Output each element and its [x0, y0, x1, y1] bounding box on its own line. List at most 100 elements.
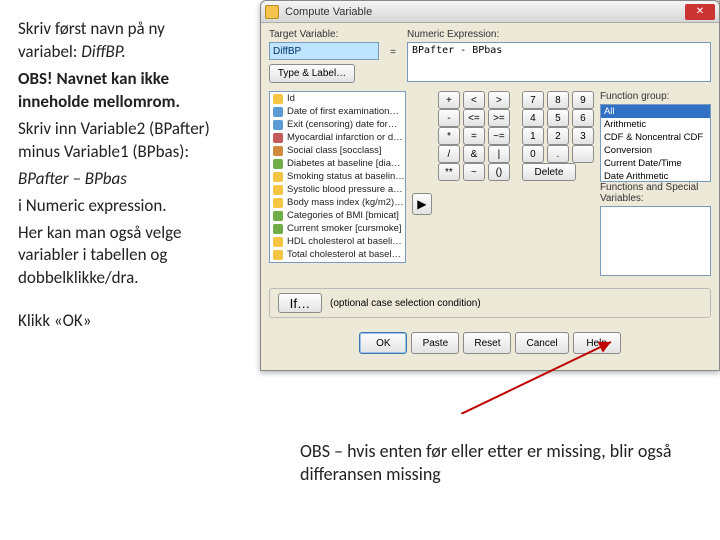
keypad-blank[interactable]: ~= — [488, 127, 510, 145]
variable-icon — [273, 94, 283, 104]
function-group-item[interactable]: CDF & Noncentral CDF — [601, 131, 710, 144]
variable-label: Myocardial infarction or d… — [287, 132, 403, 143]
variable-row[interactable]: Total cholesterol at basel… — [270, 248, 405, 261]
numeric-expression-label: Numeric Expression: — [407, 29, 711, 40]
keypad-3[interactable]: 3 — [572, 127, 594, 145]
instruction-p2: OBS! Navnet kan ikke inneholde mellomrom… — [18, 68, 219, 114]
ok-button[interactable]: OK — [359, 332, 407, 354]
variable-icon — [273, 120, 283, 130]
keypad-blank[interactable]: / — [438, 145, 460, 163]
function-group-item[interactable]: Arithmetic — [601, 118, 710, 131]
variable-list[interactable]: IdDate of first examination… Exit (censor… — [269, 91, 406, 263]
function-group-label: Function group: — [600, 91, 711, 102]
variable-label: Systolic blood pressure a… — [287, 184, 403, 195]
variable-icon — [273, 198, 283, 208]
variable-row[interactable]: Total cholesterol Visit 2 [t… — [270, 261, 405, 263]
variable-row[interactable]: HDL cholesterol at baseli… — [270, 235, 405, 248]
keypad-blank[interactable]: < — [463, 91, 485, 109]
keypad-4[interactable]: 4 — [522, 109, 544, 127]
cancel-button[interactable]: Cancel — [515, 332, 568, 354]
instruction-p5: i Numeric expression. — [18, 195, 219, 218]
keypad-2[interactable]: 2 — [547, 127, 569, 145]
functions-special-vars-list[interactable] — [600, 206, 711, 276]
variable-icon — [273, 263, 283, 264]
function-group-item[interactable]: All — [601, 105, 710, 118]
keypad-6[interactable]: 6 — [572, 109, 594, 127]
keypad-9[interactable]: 9 — [572, 91, 594, 109]
variable-icon — [273, 133, 283, 143]
variable-label: Categories of BMI [bmicat] — [287, 210, 399, 221]
variable-icon — [273, 107, 283, 117]
variable-label: Body mass index (kg/m2)… — [287, 197, 404, 208]
variable-row[interactable]: Current smoker [cursmoke] — [270, 222, 405, 235]
variable-label: Exit (censoring) date for… — [287, 119, 397, 130]
keypad-blank[interactable] — [572, 145, 594, 163]
function-group-item[interactable]: Conversion — [601, 144, 710, 157]
keypad-blank[interactable]: () — [488, 163, 510, 181]
variable-icon — [273, 146, 283, 156]
keypad: +<>789 -<=>= 456 *=~= 123 /&| 0. **~() Delete — [438, 91, 594, 181]
keypad-7[interactable]: 7 — [522, 91, 544, 109]
keypad-blank[interactable]: ** — [438, 163, 460, 181]
keypad-Delete[interactable]: Delete — [522, 163, 576, 181]
app-icon — [265, 5, 279, 19]
keypad-8[interactable]: 8 — [547, 91, 569, 109]
variable-icon — [273, 211, 283, 221]
instruction-pane: Skriv først navn på ny variabel: DiffBP.… — [0, 0, 225, 540]
move-right-button[interactable]: ▶ — [412, 193, 432, 215]
variable-row[interactable]: Date of first examination… — [270, 105, 405, 118]
variable-icon — [273, 237, 283, 247]
variable-row[interactable]: Id — [270, 92, 405, 105]
variable-row[interactable]: Exit (censoring) date for… — [270, 118, 405, 131]
keypad-blank[interactable]: - — [438, 109, 460, 127]
variable-icon — [273, 172, 283, 182]
bottom-note: OBS – hvis enten før eller etter er miss… — [300, 440, 700, 487]
keypad-blank[interactable]: + — [438, 91, 460, 109]
dialog-button-row: OK Paste Reset Cancel Help — [269, 324, 711, 364]
keypad-0[interactable]: 0 — [522, 145, 544, 163]
instruction-p6: Her kan man også velge variabler i tabel… — [18, 222, 219, 291]
instruction-p4: BPafter – BPbas — [18, 168, 219, 191]
function-group-item[interactable]: Current Date/Time — [601, 157, 710, 170]
variable-row[interactable]: Smoking status at baselin… — [270, 170, 405, 183]
variable-row[interactable]: Social class [socclass] — [270, 144, 405, 157]
function-group-item[interactable]: Date Arithmetic — [601, 170, 710, 182]
keypad-5[interactable]: 5 — [547, 109, 569, 127]
keypad-1[interactable]: 1 — [522, 127, 544, 145]
variable-label: Current smoker [cursmoke] — [287, 223, 402, 234]
variable-row[interactable]: Myocardial infarction or d… — [270, 131, 405, 144]
dialog-titlebar: Compute Variable ✕ — [261, 1, 719, 23]
numeric-expression-input[interactable] — [407, 42, 711, 82]
keypad-blank[interactable]: = — [463, 127, 485, 145]
close-icon[interactable]: ✕ — [685, 4, 715, 20]
keypad-blank[interactable]: | — [488, 145, 510, 163]
case-selection-row: If… (optional case selection condition) — [269, 288, 711, 318]
variable-row[interactable]: Categories of BMI [bmicat] — [270, 209, 405, 222]
variable-label: Date of first examination… — [287, 106, 399, 117]
variable-label: Smoking status at baselin… — [287, 171, 405, 182]
variable-row[interactable]: Diabetes at baseline [dia… — [270, 157, 405, 170]
variable-row[interactable]: Body mass index (kg/m2)… — [270, 196, 405, 209]
paste-button[interactable]: Paste — [411, 332, 459, 354]
variable-row[interactable]: Systolic blood pressure a… — [270, 183, 405, 196]
help-button[interactable]: Help — [573, 332, 621, 354]
target-variable-input[interactable] — [269, 42, 379, 60]
keypad-blank[interactable]: . — [547, 145, 569, 163]
function-group-list[interactable]: AllArithmeticCDF & Noncentral CDFConvers… — [600, 104, 711, 182]
variable-label: Diabetes at baseline [dia… — [287, 158, 401, 169]
reset-button[interactable]: Reset — [463, 332, 511, 354]
keypad-blank[interactable]: & — [463, 145, 485, 163]
if-description: (optional case selection condition) — [330, 298, 481, 309]
instruction-p3: Skriv inn Variable2 (BPafter) minus Vari… — [18, 118, 219, 164]
keypad-blank[interactable]: * — [438, 127, 460, 145]
keypad-blank[interactable]: ~ — [463, 163, 485, 181]
keypad-blank[interactable]: >= — [488, 109, 510, 127]
variable-label: HDL cholesterol at baseli… — [287, 236, 402, 247]
type-label-button[interactable]: Type & Label… — [269, 64, 355, 83]
instruction-p7: Klikk «OK» — [18, 310, 219, 333]
keypad-blank[interactable]: > — [488, 91, 510, 109]
functions-special-vars-label: Functions and Special Variables: — [600, 182, 711, 204]
if-button[interactable]: If… — [278, 293, 322, 313]
variable-icon — [273, 224, 283, 234]
keypad-blank[interactable]: <= — [463, 109, 485, 127]
